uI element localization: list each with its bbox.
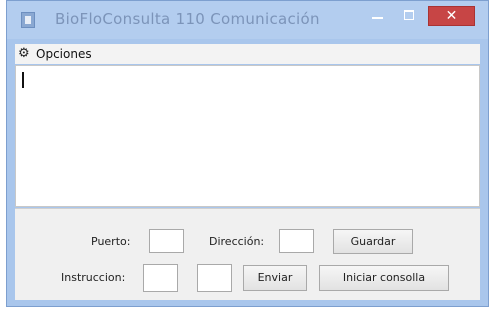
- title-bar[interactable]: BioFloConsulta 110 Comunicación ✕: [7, 1, 488, 39]
- instruccion-label: Instruccion:: [61, 271, 126, 284]
- enviar-button[interactable]: Enviar: [243, 265, 307, 291]
- close-button[interactable]: ✕: [428, 6, 475, 26]
- console-output[interactable]: [15, 65, 480, 207]
- menu-item-opciones[interactable]: Opciones: [36, 47, 92, 61]
- guardar-button[interactable]: Guardar: [333, 229, 413, 254]
- direccion-label: Dirección:: [209, 235, 265, 248]
- direccion-input[interactable]: [279, 229, 314, 253]
- maximize-button[interactable]: [395, 6, 423, 26]
- controls-panel: Puerto: Dirección: Guardar Instruccion: …: [15, 208, 480, 300]
- gear-icon[interactable]: ⚙: [18, 46, 30, 61]
- instruccion-input-1[interactable]: [143, 264, 178, 292]
- app-window: BioFloConsulta 110 Comunicación ✕ ⚙ Opci…: [6, 0, 489, 307]
- instruccion-input-2[interactable]: [197, 264, 232, 292]
- window-title: BioFloConsulta 110 Comunicación: [55, 10, 320, 28]
- text-caret: [22, 72, 24, 88]
- puerto-input[interactable]: [149, 229, 184, 253]
- minimize-button[interactable]: [363, 6, 391, 26]
- iniciar-consola-button[interactable]: Iniciar consolla: [319, 265, 449, 291]
- puerto-label: Puerto:: [91, 235, 131, 248]
- app-icon[interactable]: [21, 12, 35, 28]
- menu-bar: ⚙ Opciones: [15, 44, 480, 64]
